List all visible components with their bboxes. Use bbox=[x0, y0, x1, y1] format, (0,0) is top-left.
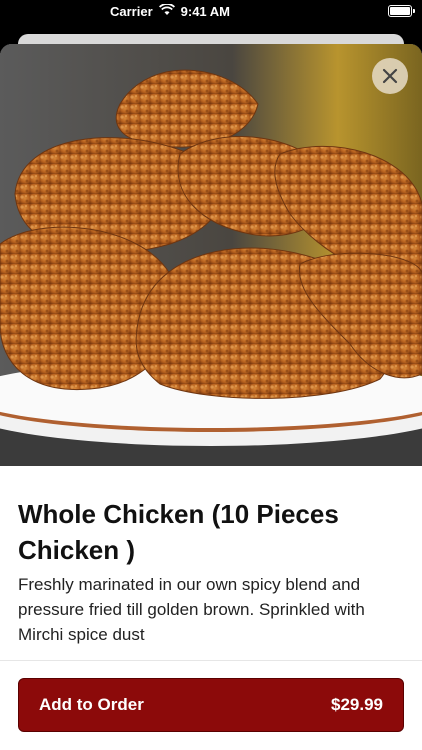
add-to-order-label: Add to Order bbox=[39, 695, 144, 714]
product-image bbox=[0, 44, 422, 466]
carrier-label: Carrier bbox=[110, 4, 153, 19]
product-sheet: Whole Chicken (10 Pieces Chicken ) Fresh… bbox=[0, 44, 422, 750]
wifi-icon bbox=[158, 3, 175, 19]
product-title: Whole Chicken (10 Pieces Chicken ) bbox=[18, 499, 339, 565]
time-label: 9:41 AM bbox=[180, 4, 231, 19]
product-description: Freshly marinated in our own spicy blend… bbox=[18, 575, 365, 644]
price-label: $29.99 bbox=[331, 695, 383, 714]
screen: Carrier 9:41 AM Whole Chicken (10 Pieces… bbox=[0, 0, 422, 750]
battery-icon bbox=[388, 5, 415, 17]
close-button[interactable] bbox=[372, 58, 408, 94]
status-bar: Carrier 9:41 AM bbox=[0, 0, 422, 24]
status-left: Carrier 9:41 AM bbox=[110, 3, 231, 19]
close-icon bbox=[382, 68, 398, 84]
add-to-order-button[interactable]: Add to Order $29.99 bbox=[18, 678, 404, 732]
divider bbox=[0, 660, 422, 661]
